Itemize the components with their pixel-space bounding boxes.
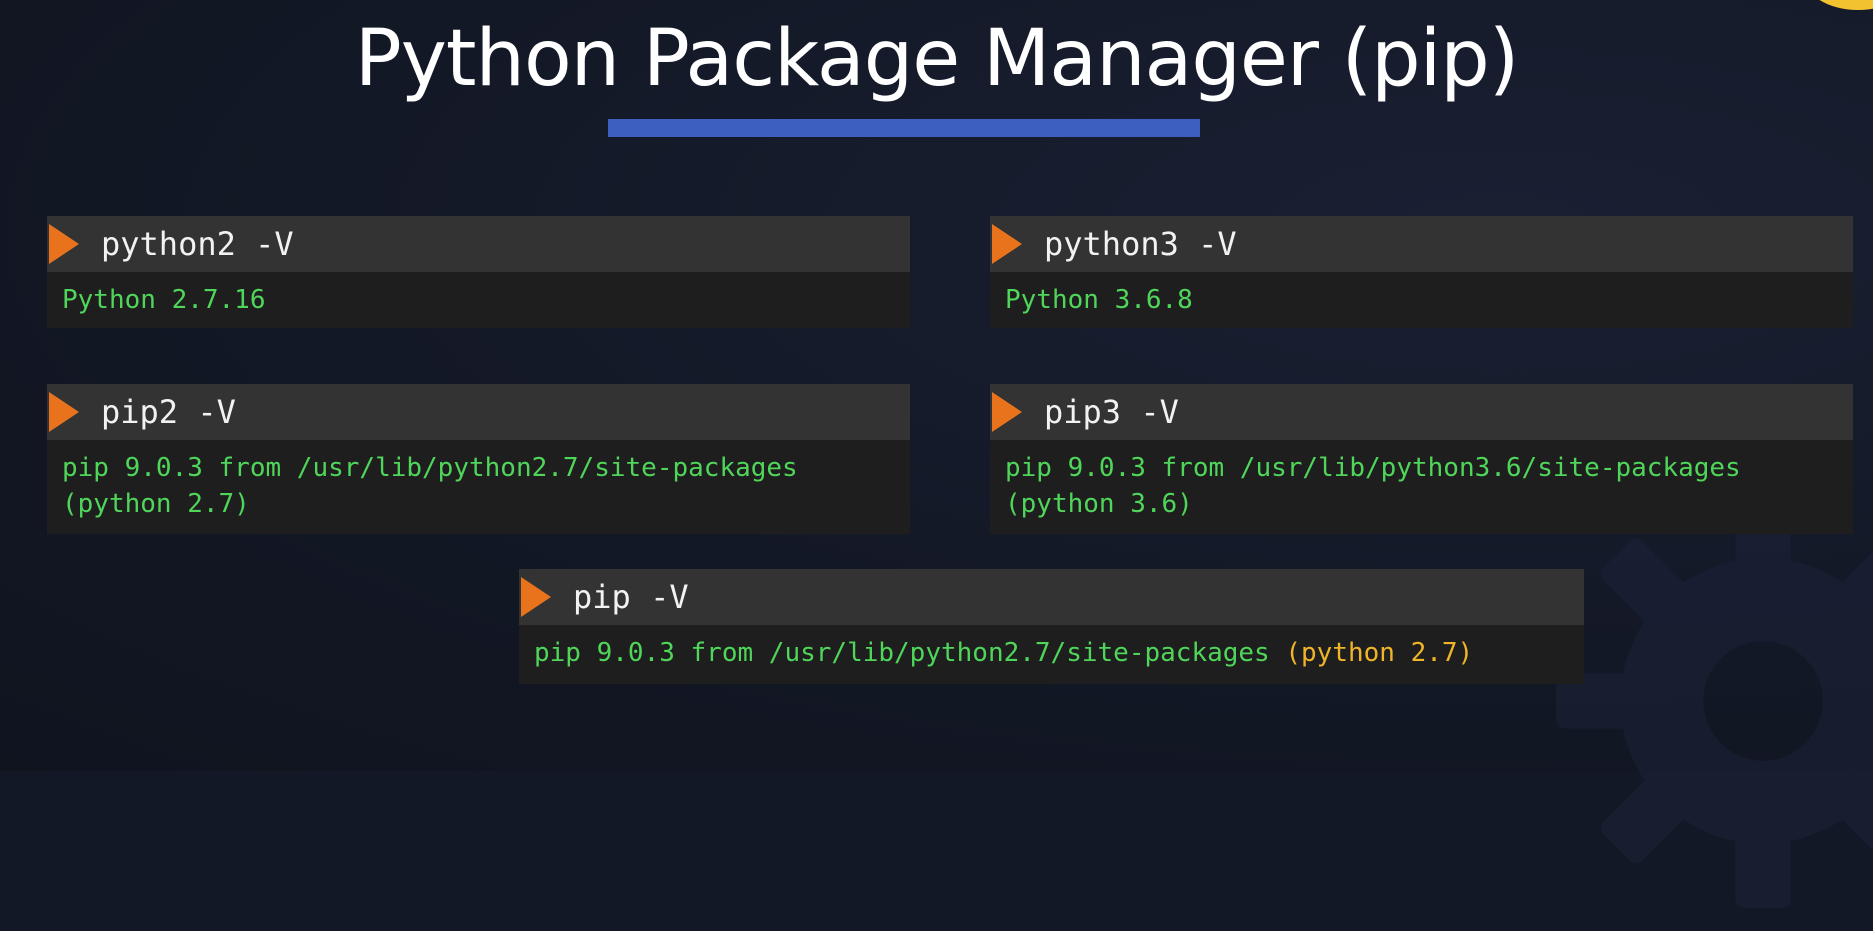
command-text: python3 -V (1044, 225, 1237, 263)
terminal-pip3: pip3 -V pip 9.0.3 from /usr/lib/python3.… (990, 384, 1853, 534)
output-line: Python 3.6.8 (1005, 285, 1193, 315)
terminal-pip2: pip2 -V pip 9.0.3 from /usr/lib/python2.… (47, 384, 910, 534)
play-arrow-icon (992, 392, 1022, 432)
command-bar: pip2 -V (47, 384, 910, 440)
terminal-python2: python2 -V Python 2.7.16 (47, 216, 910, 328)
output-line: pip 9.0.3 from /usr/lib/python3.6/site-p… (1005, 453, 1741, 483)
command-output: pip 9.0.3 from /usr/lib/python2.7/site-p… (519, 625, 1584, 671)
command-bar: python3 -V (990, 216, 1853, 272)
command-text: python2 -V (101, 225, 294, 263)
command-bar: pip -V (519, 569, 1584, 625)
play-arrow-icon (49, 224, 79, 264)
output-line: pip 9.0.3 from /usr/lib/python2.7/site-p… (534, 638, 1286, 668)
terminal-pip: pip -V pip 9.0.3 from /usr/lib/python2.7… (519, 569, 1584, 684)
terminal-python3: python3 -V Python 3.6.8 (990, 216, 1853, 328)
command-text: pip -V (573, 578, 689, 616)
command-text: pip3 -V (1044, 393, 1179, 431)
play-arrow-icon (49, 392, 79, 432)
play-arrow-icon (521, 577, 551, 617)
command-bar: python2 -V (47, 216, 910, 272)
gear-icon (1556, 494, 1873, 908)
title-underline (608, 119, 1200, 137)
command-bar: pip3 -V (990, 384, 1853, 440)
play-arrow-icon (992, 224, 1022, 264)
python-version-highlight: (python 2.7) (1285, 638, 1474, 668)
output-line: pip 9.0.3 from /usr/lib/python2.7/site-p… (62, 453, 798, 483)
command-output: Python 3.6.8 (990, 272, 1853, 318)
output-line: (python 3.6) (1005, 489, 1193, 519)
output-line: Python 2.7.16 (62, 285, 266, 315)
command-text: pip2 -V (101, 393, 236, 431)
slide-title: Python Package Manager (pip) (354, 14, 1520, 104)
output-line: (python 2.7) (62, 489, 250, 519)
command-output: pip 9.0.3 from /usr/lib/python2.7/site-p… (47, 440, 910, 522)
command-output: Python 2.7.16 (47, 272, 910, 318)
command-output: pip 9.0.3 from /usr/lib/python3.6/site-p… (990, 440, 1853, 522)
